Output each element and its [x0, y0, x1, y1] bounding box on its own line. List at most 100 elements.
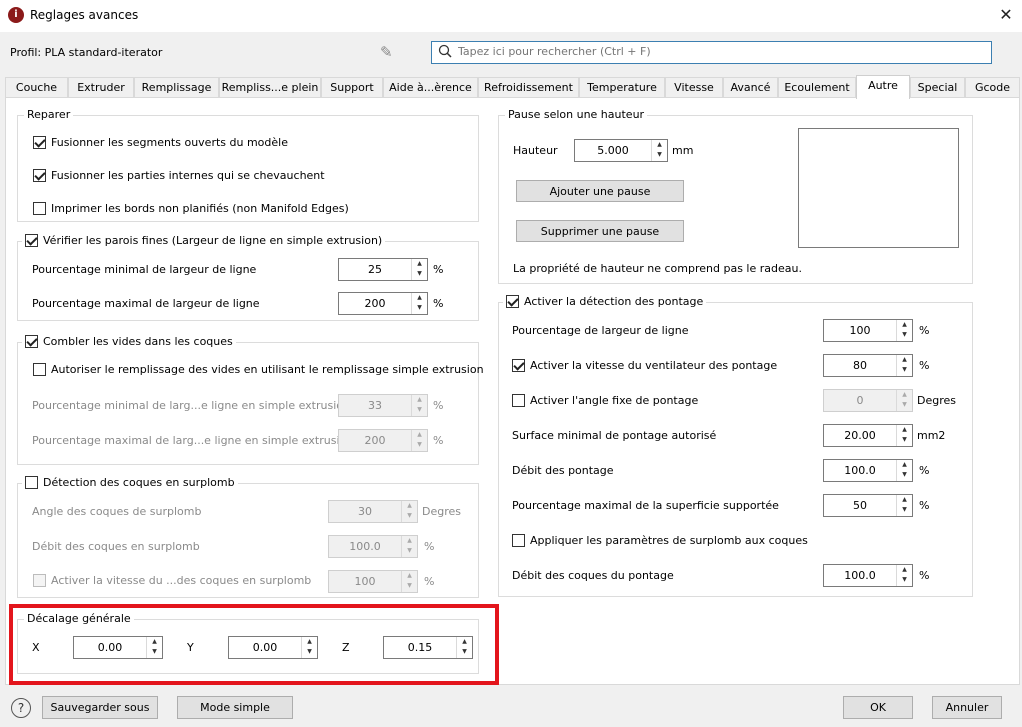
spin-down-icon[interactable]: ▼	[402, 546, 417, 556]
remove-pause-button[interactable]: Supprimer une pause	[516, 220, 684, 242]
ok-button[interactable]: OK	[843, 696, 913, 719]
spinbox-value[interactable]: 200	[339, 293, 411, 314]
combler-vides-title[interactable]: Combler les vides dans les coques	[22, 335, 236, 348]
pontage-title[interactable]: Activer la détection des pontage	[503, 295, 707, 308]
checkbox-box[interactable]	[33, 363, 46, 376]
bridge-fixed-angle-checkbox[interactable]: Activer l'angle fixe de pontage	[512, 394, 698, 407]
tab-vitesse[interactable]: Vitesse	[665, 77, 723, 98]
tab-special[interactable]: Special	[910, 77, 965, 98]
spinbox-value[interactable]: 100.0	[824, 460, 896, 481]
tab-aide-adherence[interactable]: Aide à...èrence	[383, 77, 478, 98]
tab-refroidissement[interactable]: Refroidissement	[478, 77, 579, 98]
spin-up-icon[interactable]: ▲	[402, 536, 417, 546]
spin-up-icon[interactable]: ▲	[897, 460, 912, 470]
spinbox-value[interactable]: 200	[339, 430, 411, 451]
overhang-flow-spinbox[interactable]: 100.0 ▲ ▼	[328, 535, 418, 558]
tab-avance[interactable]: Avancé	[723, 77, 778, 98]
surplomb-title[interactable]: Détection des coques en surplomb	[22, 476, 238, 489]
spin-down-icon[interactable]: ▼	[897, 575, 912, 585]
merge-overlapping-checkbox[interactable]: Fusionner les parties internes qui se ch…	[33, 169, 325, 182]
spinbox-value[interactable]: 20.00	[824, 425, 896, 446]
spinbox-value[interactable]: 100.0	[824, 565, 896, 586]
bridge-max-support-spinbox[interactable]: 50 ▲ ▼	[823, 494, 913, 517]
checkbox-box[interactable]	[33, 574, 46, 587]
checkbox-box[interactable]	[25, 234, 38, 247]
cancel-button[interactable]: Annuler	[932, 696, 1002, 719]
checkbox-box[interactable]	[512, 359, 525, 372]
tab-remplissage[interactable]: Remplissage	[134, 77, 219, 98]
min-single-extrusion-spinbox[interactable]: 33 ▲ ▼	[338, 394, 428, 417]
checkbox-box[interactable]	[25, 335, 38, 348]
overhang-speed-spinbox[interactable]: 100 ▲ ▼	[328, 570, 418, 593]
bridge-flow-spinbox[interactable]: 100.0 ▲ ▼	[823, 459, 913, 482]
spin-up-icon[interactable]: ▲	[412, 259, 427, 269]
close-icon[interactable]: ✕	[994, 4, 1018, 26]
spinbox-value[interactable]: 0	[824, 390, 896, 411]
tab-remplissage-plein[interactable]: Rempliss...e plein	[219, 77, 321, 98]
add-pause-button[interactable]: Ajouter une pause	[516, 180, 684, 202]
spin-up-icon[interactable]: ▲	[412, 293, 427, 303]
checkbox-box[interactable]	[512, 534, 525, 547]
spin-up-icon[interactable]: ▲	[412, 430, 427, 440]
merge-open-segments-checkbox[interactable]: Fusionner les segments ouverts du modèle	[33, 136, 288, 149]
checkbox-box[interactable]	[25, 476, 38, 489]
spin-up-icon[interactable]: ▲	[897, 565, 912, 575]
spin-down-icon[interactable]: ▼	[412, 405, 427, 415]
max-line-width-spinbox[interactable]: 200 ▲ ▼	[338, 292, 428, 315]
checkbox-box[interactable]	[506, 295, 519, 308]
tab-extruder[interactable]: Extruder	[68, 77, 134, 98]
spinbox-value[interactable]: 80	[824, 355, 896, 376]
spin-down-icon[interactable]: ▼	[412, 303, 427, 313]
bridge-fan-speed-checkbox[interactable]: Activer la vitesse du ventilateur des po…	[512, 359, 777, 372]
spin-down-icon[interactable]: ▼	[897, 470, 912, 480]
spinbox-value[interactable]: 33	[339, 395, 411, 416]
overhang-angle-spinbox[interactable]: 30 ▲ ▼	[328, 500, 418, 523]
checkbox-box[interactable]	[33, 202, 46, 215]
bridge-fan-speed-spinbox[interactable]: 80 ▲ ▼	[823, 354, 913, 377]
spin-down-icon[interactable]: ▼	[897, 435, 912, 445]
spin-down-icon[interactable]: ▼	[652, 150, 667, 160]
spinbox-value[interactable]: 100.0	[329, 536, 401, 557]
spin-up-icon[interactable]: ▲	[897, 390, 912, 400]
checkbox-box[interactable]	[33, 169, 46, 182]
spin-down-icon[interactable]: ▼	[897, 330, 912, 340]
spin-down-icon[interactable]: ▼	[897, 505, 912, 515]
spinbox-value[interactable]: 100	[824, 320, 896, 341]
spin-down-icon[interactable]: ▼	[897, 365, 912, 375]
non-manifold-edges-checkbox[interactable]: Imprimer les bords non planifiés (non Ma…	[33, 202, 349, 215]
tab-ecoulement[interactable]: Ecoulement	[778, 77, 856, 98]
single-extrusion-fill-checkbox[interactable]: Autoriser le remplissage des vides en ut…	[33, 363, 484, 376]
min-line-width-spinbox[interactable]: 25 ▲ ▼	[338, 258, 428, 281]
spin-down-icon[interactable]: ▼	[402, 581, 417, 591]
spin-up-icon[interactable]: ▲	[402, 501, 417, 511]
spinbox-value[interactable]: 25	[339, 259, 411, 280]
checkbox-box[interactable]	[512, 394, 525, 407]
spinbox-value[interactable]: 100	[329, 571, 401, 592]
tab-gcode[interactable]: Gcode	[965, 77, 1020, 98]
overhang-speed-checkbox[interactable]: Activer la vitesse du ...des coques en s…	[33, 574, 311, 587]
spin-down-icon[interactable]: ▼	[402, 511, 417, 521]
spinbox-value[interactable]: 50	[824, 495, 896, 516]
bridge-fixed-angle-spinbox[interactable]: 0 ▲ ▼	[823, 389, 913, 412]
spin-up-icon[interactable]: ▲	[897, 495, 912, 505]
spin-down-icon[interactable]: ▼	[412, 440, 427, 450]
spin-down-icon[interactable]: ▼	[412, 269, 427, 279]
apply-overhang-checkbox[interactable]: Appliquer les paramètres de surplomb aux…	[512, 534, 808, 547]
tab-autre[interactable]: Autre	[856, 75, 910, 99]
bridge-min-area-spinbox[interactable]: 20.00 ▲ ▼	[823, 424, 913, 447]
help-icon[interactable]: ?	[11, 698, 31, 718]
parois-fines-title[interactable]: Vérifier les parois fines (Largeur de li…	[22, 234, 386, 247]
spin-up-icon[interactable]: ▲	[652, 140, 667, 150]
pause-list-box[interactable]	[798, 128, 959, 248]
bridge-shell-flow-spinbox[interactable]: 100.0 ▲ ▼	[823, 564, 913, 587]
spin-up-icon[interactable]: ▲	[897, 355, 912, 365]
spin-up-icon[interactable]: ▲	[412, 395, 427, 405]
spin-down-icon[interactable]: ▼	[897, 400, 912, 410]
spinbox-value[interactable]: 5.000	[575, 140, 651, 161]
spin-up-icon[interactable]: ▲	[402, 571, 417, 581]
tab-couche[interactable]: Couche	[5, 77, 68, 98]
pencil-icon[interactable]: ✎	[380, 43, 393, 61]
save-as-button[interactable]: Sauvegarder sous	[42, 696, 158, 719]
bridge-line-width-spinbox[interactable]: 100 ▲ ▼	[823, 319, 913, 342]
tab-support[interactable]: Support	[321, 77, 383, 98]
